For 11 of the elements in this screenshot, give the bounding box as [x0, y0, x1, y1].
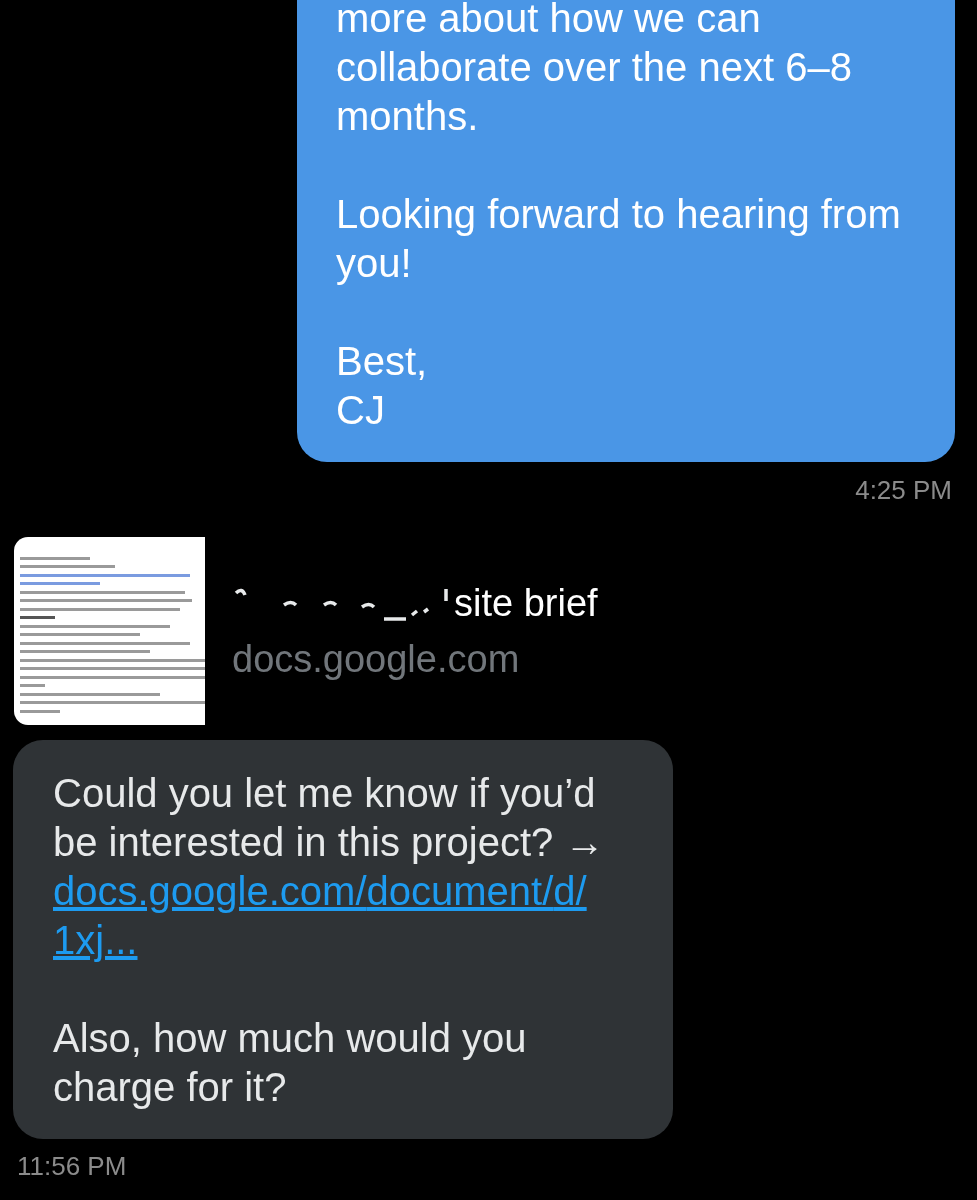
- message-text: Looking forward to hearing from you!: [336, 191, 902, 287]
- message-link[interactable]: docs.google.com/document/d/1xj...: [53, 867, 643, 965]
- message-text: more about how we can collaborate over the next 6–8 months.: [336, 0, 853, 140]
- message-text: Could you let me know if you’d be interested in this project? →: [53, 770, 606, 866]
- timestamp: 11:56 PM: [17, 1151, 128, 1181]
- link-domain: docs.google.com: [232, 637, 521, 681]
- timestamp: 4:25 PM: [855, 475, 953, 505]
- message-text: Also, how much would you charge for it?: [53, 1015, 528, 1111]
- link-title: site brief: [454, 581, 598, 625]
- message-text: Best, CJ: [336, 338, 429, 434]
- link-preview-card[interactable]: site brief docs.google.com: [0, 537, 977, 725]
